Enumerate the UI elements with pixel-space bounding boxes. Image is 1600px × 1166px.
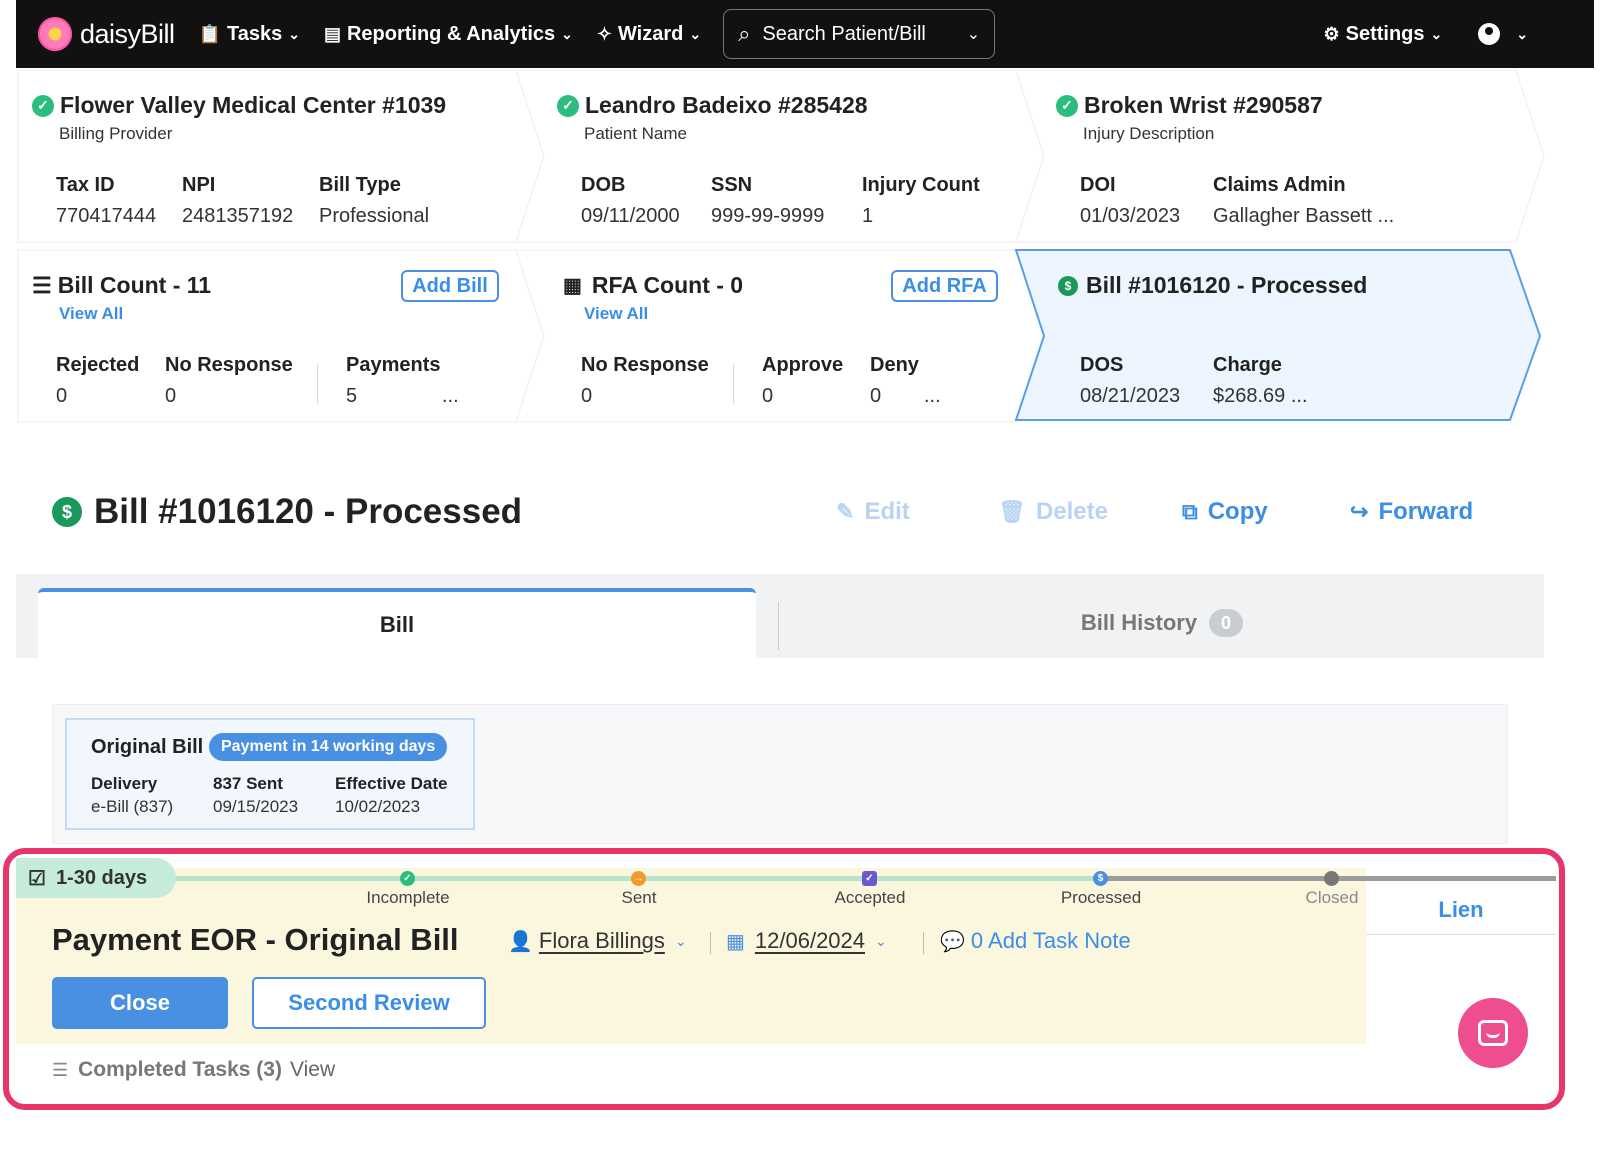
npi-label: NPI — [182, 174, 216, 196]
injury-count-value: 1 — [862, 205, 874, 227]
no-response-label: No Response — [165, 354, 293, 376]
page-title: $ Bill #1016120 - Processed — [52, 492, 522, 532]
effective-date-value: 10/02/2023 — [335, 797, 421, 816]
edit-button[interactable]: ✎ Edit — [836, 498, 910, 526]
copy-button[interactable]: ⧉ Copy — [1182, 498, 1268, 526]
sent-837-value: 09/15/2023 — [213, 797, 299, 816]
tab-bill-label: Bill — [379, 612, 415, 637]
tab-bill[interactable]: Bill — [38, 588, 756, 658]
list-icon: ☰ — [32, 272, 52, 298]
dollar-circle-icon: $ — [1058, 275, 1078, 296]
doi-value: 01/03/2023 — [1080, 205, 1181, 227]
forward-arrow-icon: ↪ — [1350, 499, 1369, 524]
payments-value[interactable]: 5 — [346, 385, 357, 408]
bill-view-all-link[interactable]: View All — [59, 304, 123, 324]
claims-admin-value: Gallagher Bassett ... — [1213, 205, 1395, 227]
dob-label: DOB — [581, 174, 626, 196]
payments-label: Payments — [346, 354, 441, 376]
delete-button[interactable]: 🗑 Delete — [998, 498, 1108, 526]
more-ellipsis[interactable]: ... — [924, 385, 941, 408]
tab-bill-history[interactable]: Bill History 0 — [780, 588, 1544, 658]
original-bill-title: Original Bill — [91, 736, 204, 758]
original-bill-card[interactable]: Original Bill Payment in 14 working days… — [65, 718, 475, 830]
charge-value: $268.69 ... — [1213, 385, 1308, 407]
bill-type-value: Professional — [319, 205, 430, 227]
no-response-value[interactable]: 0 — [165, 385, 176, 408]
approve-value[interactable]: 0 — [762, 385, 773, 408]
copy-label: Copy — [1207, 498, 1268, 525]
check-circle-icon: ✓ — [1056, 94, 1078, 117]
injury-count-label: Injury Count — [862, 174, 980, 196]
provider-title[interactable]: ✓ Flower Valley Medical Center #1039 — [32, 92, 446, 119]
forward-button[interactable]: ↪ Forward — [1350, 498, 1473, 526]
delivery-label: Delivery — [91, 774, 158, 793]
deny-value[interactable]: 0 — [870, 385, 881, 408]
ssn-label: SSN — [711, 174, 753, 196]
selected-bill-text: Bill #1016120 - Processed — [1086, 272, 1368, 298]
dos-label: DOS — [1080, 354, 1124, 376]
delivery-value: e-Bill (837) — [91, 797, 174, 816]
rfa-view-all-link[interactable]: View All — [584, 304, 648, 324]
bill-count-text: Bill Count - 11 — [57, 272, 212, 298]
highlight-annotation — [3, 848, 1565, 1110]
trash-icon: 🗑 — [998, 499, 1026, 524]
charge-label: Charge — [1213, 354, 1282, 376]
rejected-value[interactable]: 0 — [56, 385, 67, 408]
rfa-count-title: ▦ RFA Count - 0 — [563, 272, 743, 299]
check-circle-icon: ✓ — [557, 94, 579, 117]
app-root: daisyBill 📋 Tasks ⌄ ▤ Reporting & Analyt… — [0, 0, 1600, 1166]
bill-count-title: ☰ Bill Count - 11 — [32, 272, 211, 299]
provider-title-text: Flower Valley Medical Center #1039 — [60, 92, 447, 118]
ssn-value: 999-99-9999 — [711, 205, 825, 227]
injury-title-text: Broken Wrist #290587 — [1084, 92, 1323, 118]
add-rfa-button[interactable]: Add RFA — [891, 270, 998, 302]
deny-label: Deny — [870, 354, 919, 376]
effective-date-label: Effective Date — [335, 774, 448, 793]
injury-title[interactable]: ✓ Broken Wrist #290587 — [1056, 92, 1323, 119]
dos-value: 08/21/2023 — [1080, 385, 1181, 407]
bill-type-label: Bill Type — [319, 174, 401, 196]
claims-admin-label: Claims Admin — [1213, 174, 1346, 196]
rejected-label: Rejected — [56, 354, 140, 376]
copy-icon: ⧉ — [1182, 499, 1198, 524]
tab-divider — [778, 602, 779, 650]
edit-label: Edit — [864, 498, 910, 525]
provider-subtitle: Billing Provider — [59, 124, 173, 143]
history-count-badge: 0 — [1209, 609, 1244, 637]
injury-subtitle: Injury Description — [1083, 124, 1215, 143]
rfa-count-text: RFA Count - 0 — [591, 272, 744, 298]
delete-label: Delete — [1035, 498, 1108, 525]
chat-button[interactable] — [1458, 998, 1528, 1068]
patient-title[interactable]: ✓ Leandro Badeixo #285428 — [557, 92, 868, 119]
approve-label: Approve — [762, 354, 844, 376]
rfa-document-icon: ▦ — [563, 275, 582, 297]
dollar-circle-icon: $ — [52, 497, 82, 527]
add-bill-button[interactable]: Add Bill — [401, 270, 499, 302]
divider — [317, 364, 318, 404]
rfa-no-response-label: No Response — [581, 354, 709, 376]
check-circle-icon: ✓ — [32, 94, 54, 117]
more-ellipsis[interactable]: ... — [442, 385, 459, 408]
chat-bubble-icon — [1478, 1020, 1508, 1046]
patient-subtitle: Patient Name — [584, 124, 687, 143]
dob-value: 09/11/2000 — [581, 205, 680, 227]
rfa-no-response-value[interactable]: 0 — [581, 385, 592, 408]
sent-837-label: 837 Sent — [213, 774, 283, 793]
selected-bill-title[interactable]: $ Bill #1016120 - Processed — [1058, 272, 1367, 299]
patient-title-text: Leandro Badeixo #285428 — [585, 92, 868, 118]
payment-status-badge: Payment in 14 working days — [209, 733, 448, 761]
tax-id-label: Tax ID — [56, 174, 115, 196]
npi-value: 2481357192 — [182, 205, 294, 227]
divider — [733, 364, 734, 404]
tab-history-label: Bill History — [1080, 610, 1198, 635]
doi-label: DOI — [1080, 174, 1116, 196]
forward-label: Forward — [1378, 498, 1474, 525]
tax-id-value: 770417444 — [56, 205, 157, 227]
page-title-text: Bill #1016120 - Processed — [94, 492, 523, 531]
pencil-icon: ✎ — [836, 499, 855, 524]
